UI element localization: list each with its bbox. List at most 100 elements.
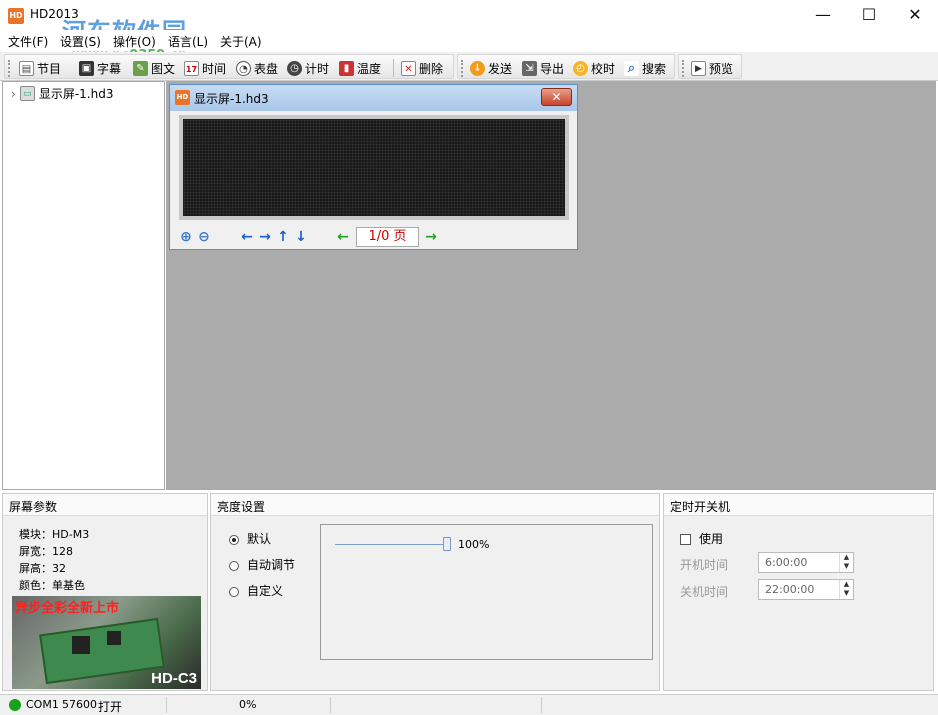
screen-window-close-button[interactable]: ✕: [541, 88, 572, 106]
menu-file[interactable]: 文件(F): [8, 33, 48, 50]
minimize-button[interactable]: —: [800, 0, 846, 30]
clock-icon: ◴: [573, 60, 588, 76]
use-checkbox[interactable]: [680, 534, 691, 545]
screen-window-title: 显示屏-1.hd3: [194, 92, 269, 106]
screen-params-panel: 屏幕参数 模块：HD-M3 屏宽：128 屏高：32 颜色：单基色 异步全彩全新…: [2, 493, 208, 691]
prev-page-icon[interactable]: ←: [334, 228, 352, 246]
arrow-down-icon[interactable]: ↓: [292, 228, 310, 246]
toolbar: ▤ 节目 ▣ 字幕 ✎ 图文 17 时间 ◔ 表盘 ◷ 计时 ▮ 温度 ✕ 删除…: [0, 52, 938, 81]
program-button[interactable]: ▤ 节目: [19, 59, 61, 77]
zoom-in-icon[interactable]: ⊕: [177, 228, 195, 246]
calibrate-label: 校时: [591, 61, 616, 76]
status-dot-icon: [9, 699, 21, 711]
program-label: 节目: [37, 61, 62, 76]
imagetext-button[interactable]: ✎ 图文: [133, 59, 175, 77]
time-button[interactable]: 17 时间: [184, 59, 226, 77]
expand-icon[interactable]: ›: [11, 87, 16, 101]
radio-default[interactable]: [229, 534, 239, 545]
search-button[interactable]: ⌕ 搜索: [624, 59, 666, 77]
export-button[interactable]: ⇲ 导出: [522, 59, 564, 77]
option-custom-label: 自定义: [247, 584, 284, 598]
port-value: COM1: [26, 698, 59, 711]
option-auto-label: 自动调节: [247, 558, 296, 572]
close-button[interactable]: ✕: [892, 0, 938, 30]
timer-label: 计时: [305, 61, 330, 76]
move-controls: ← → ↑ ↓: [228, 228, 320, 246]
clock-button[interactable]: ◔ 表盘: [236, 59, 278, 77]
export-label: 导出: [540, 61, 565, 76]
app-icon: HD: [8, 8, 24, 24]
toolbar-group-actions: ↓ 发送 ⇲ 导出 ◴ 校时 ⌕ 搜索: [457, 54, 675, 79]
screen-window: HD 显示屏-1.hd3 ✕ ⊕ ⊖ ← → ↑ ↓ ← 1/0 页 →: [169, 84, 578, 250]
progress-value: 0%: [239, 698, 257, 711]
module-value: 模块：HD-M3: [19, 528, 90, 541]
delete-button[interactable]: ✕ 删除: [401, 59, 443, 77]
spinner-arrows-icon[interactable]: ▲ ▼: [839, 553, 853, 572]
tree-item-screen[interactable]: › ▭ 显示屏-1.hd3: [11, 85, 113, 102]
toolbar-grip[interactable]: [682, 60, 685, 77]
off-time-spinner[interactable]: 22:00:00 ▲ ▼: [758, 579, 854, 600]
on-time-value: 6:00:00: [765, 556, 808, 569]
maximize-button[interactable]: ☐: [846, 0, 892, 30]
zoom-controls: ⊕ ⊖: [174, 228, 216, 246]
dial-icon: ◔: [236, 60, 251, 76]
radio-custom[interactable]: [229, 586, 239, 597]
page-indicator: 1/0 页: [356, 227, 419, 247]
brightness-option-custom[interactable]: 自定义: [229, 582, 283, 599]
off-time-value: 22:00:00: [765, 583, 815, 596]
on-time-spinner[interactable]: 6:00:00 ▲ ▼: [758, 552, 854, 573]
width-value: 屏宽：128: [19, 545, 73, 558]
led-preview-frame: [179, 115, 569, 220]
brightness-track[interactable]: [335, 544, 447, 545]
next-page-icon[interactable]: →: [422, 228, 440, 246]
brightness-thumb[interactable]: [443, 537, 451, 551]
height-value: 屏高：32: [19, 562, 66, 575]
toolbar-group-preview: ▶ 预览: [678, 54, 742, 79]
screen-window-titlebar[interactable]: HD 显示屏-1.hd3 ✕: [170, 85, 577, 111]
timer-button[interactable]: ◷ 计时: [287, 59, 329, 77]
status-bar: COM1 57600 打开 0%: [0, 694, 938, 715]
subtitle-button[interactable]: ▣ 字幕: [79, 59, 121, 77]
thermometer-icon: ▮: [339, 60, 354, 76]
screen-params-header: 屏幕参数: [3, 494, 207, 516]
use-checkbox-row[interactable]: 使用: [680, 530, 723, 547]
color-value: 颜色：单基色: [19, 579, 85, 592]
brightness-header: 亮度设置: [211, 494, 659, 516]
send-button[interactable]: ↓ 发送: [470, 59, 512, 77]
promo-headline: 异步全彩全新上市: [15, 601, 120, 616]
stopwatch-icon: ◷: [287, 60, 302, 76]
temperature-label: 温度: [357, 61, 382, 76]
display-icon: ▭: [19, 86, 35, 101]
spinner-arrows-icon[interactable]: ▲ ▼: [839, 580, 853, 599]
search-label: 搜索: [642, 61, 667, 76]
brightness-option-auto[interactable]: 自动调节: [229, 556, 295, 573]
preview-label: 预览: [709, 61, 734, 76]
app-icon: HD: [175, 90, 190, 105]
toolbar-separator: [393, 59, 394, 77]
arrow-left-icon[interactable]: ←: [238, 228, 256, 246]
brightness-value: 100%: [458, 538, 490, 551]
toolbar-group-content: ▤ 节目 ▣ 字幕 ✎ 图文 17 时间 ◔ 表盘 ◷ 计时 ▮ 温度 ✕ 删除: [4, 54, 454, 79]
preview-button[interactable]: ▶ 预览: [691, 59, 733, 77]
menu-about[interactable]: 关于(A): [220, 33, 262, 50]
brightness-panel: 亮度设置 默认 自动调节 自定义 100%: [210, 493, 660, 691]
status-divider: [330, 697, 331, 713]
timer-power-panel: 定时开关机 使用 开机时间 6:00:00 ▲ ▼ 关机时间 22:00:00 ▲…: [663, 493, 934, 691]
page-icon: ▤: [19, 60, 34, 76]
option-default-label: 默认: [247, 532, 272, 546]
toolbar-grip[interactable]: [8, 60, 11, 77]
zoom-out-icon[interactable]: ⊖: [195, 228, 213, 246]
delete-icon: ✕: [401, 60, 416, 76]
imagetext-label: 图文: [151, 61, 176, 76]
temperature-button[interactable]: ▮ 温度: [339, 59, 381, 77]
radio-auto[interactable]: [229, 560, 239, 571]
toolbar-grip[interactable]: [461, 60, 464, 77]
brightness-option-default[interactable]: 默认: [229, 530, 271, 547]
promo-image[interactable]: 异步全彩全新上市 HD-C3: [12, 596, 201, 689]
arrow-right-icon[interactable]: →: [256, 228, 274, 246]
calendar-icon: 17: [184, 60, 199, 76]
send-icon: ↓: [470, 60, 485, 76]
arrow-up-icon[interactable]: ↑: [274, 228, 292, 246]
status-divider: [541, 697, 542, 713]
calibrate-button[interactable]: ◴ 校时: [573, 59, 615, 77]
